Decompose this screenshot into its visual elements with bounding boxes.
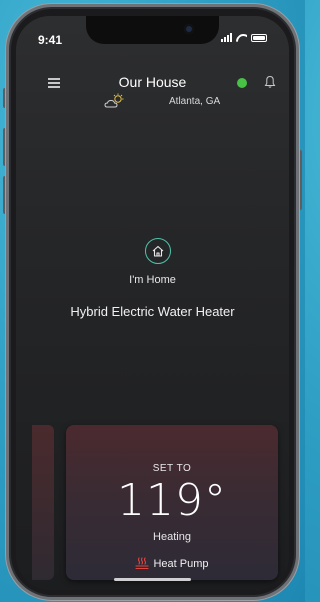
wifi-icon <box>236 34 247 42</box>
home-indicator[interactable] <box>114 578 191 581</box>
home-icon <box>152 245 164 257</box>
signal-icon <box>221 33 232 42</box>
home-mode-button[interactable] <box>145 238 171 264</box>
home-mode-label: I'm Home <box>129 274 176 286</box>
app-header: Our House Atlanta, GA <box>16 56 289 116</box>
bell-icon[interactable] <box>263 75 277 89</box>
previous-device-card[interactable] <box>32 425 54 580</box>
battery-icon <box>251 33 267 42</box>
partly-cloudy-icon <box>104 93 124 108</box>
house-title[interactable]: Our House <box>16 74 289 90</box>
camera-icon <box>184 24 194 34</box>
location-label: Atlanta, GA <box>169 96 221 107</box>
notch <box>86 16 219 44</box>
status-time: 9:41 <box>38 33 63 47</box>
set-temperature[interactable]: 119° <box>66 475 278 526</box>
status-icons <box>221 33 267 42</box>
operation-mode[interactable]: Heat Pump <box>66 557 278 570</box>
set-to-label: SET TO <box>152 463 192 474</box>
heating-status: Heating <box>153 531 191 543</box>
heat-pump-icon <box>135 557 150 570</box>
app-screen: 9:41 Our House Atlanta, GA I'm Home Hybr… <box>16 16 289 590</box>
device-name: Hybrid Electric Water Heater <box>70 304 235 319</box>
operation-mode-label: Heat Pump <box>153 557 209 570</box>
thermostat-card[interactable]: SET TO 119° Heating Heat Pump <box>66 425 278 580</box>
connection-status-dot <box>237 78 247 88</box>
